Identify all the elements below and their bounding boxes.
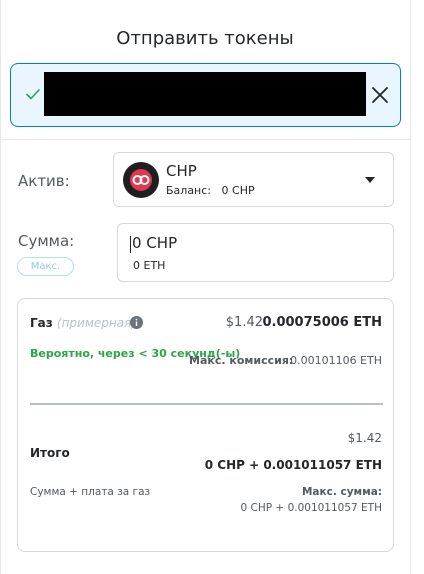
gas-fee-eth: 0.00075006 ETH <box>262 315 382 330</box>
check-icon <box>26 89 40 100</box>
gas-title-text: Газ <box>30 316 53 330</box>
page-title: Отправить токены <box>116 28 294 49</box>
max-sum-value: 0 CHP + 0.001011057 ETH <box>240 502 382 514</box>
max-fee-value: 0.00101106 ETH <box>290 354 382 367</box>
max-button[interactable]: Макс. <box>17 257 74 276</box>
asset-symbol: CHP <box>166 162 197 180</box>
fee-divider <box>30 403 383 405</box>
total-usd: $1.42 <box>347 431 382 445</box>
gas-estimate-note: (примерная) <box>56 316 137 330</box>
panel-border-left <box>0 0 1 574</box>
section-divider <box>0 139 410 140</box>
sum-plus-gas-label: Сумма + плата за газ <box>30 486 151 498</box>
balance-label: Баланс: <box>166 184 212 197</box>
asset-dropdown[interactable]: CHP Баланс: 0 CHP <box>113 152 394 207</box>
text-cursor <box>130 236 131 253</box>
amount-converted: 0 ETH <box>133 259 166 272</box>
balance-value: 0 CHP <box>221 184 255 197</box>
send-token-panel: Отправить токены Актив: CHP Баланс: 0 CH… <box>0 0 411 574</box>
info-icon[interactable] <box>130 316 143 329</box>
caret-down-icon <box>365 177 375 183</box>
recipient-field[interactable] <box>10 63 401 127</box>
likely-time: Вероятно, через < 30 секунд(-ы) <box>30 347 241 360</box>
amount-field[interactable]: 0 CHP 0 ETH <box>117 223 394 282</box>
asset-label: Актив: <box>18 172 70 190</box>
chp-token-icon <box>123 162 159 198</box>
total-value: 0 CHP + 0.001011057 ETH <box>204 458 382 472</box>
recipient-address-redacted <box>44 72 366 116</box>
amount-input[interactable]: 0 CHP <box>132 234 372 252</box>
asset-balance: Баланс: 0 CHP <box>166 184 255 197</box>
fee-summary-card: Газ (примерная) $1.42 0.00075006 ETH Вер… <box>17 298 394 552</box>
max-fee-label: Макс. комиссия: <box>189 354 294 367</box>
total-label: Итого <box>30 446 70 460</box>
close-icon[interactable] <box>371 86 389 104</box>
amount-label: Сумма: <box>18 232 75 250</box>
panel-border-right <box>410 0 411 574</box>
gas-title: Газ (примерная) <box>30 316 136 330</box>
max-sum-label: Макс. сумма: <box>301 486 382 498</box>
gas-fee-usd: $1.42 <box>225 315 263 330</box>
